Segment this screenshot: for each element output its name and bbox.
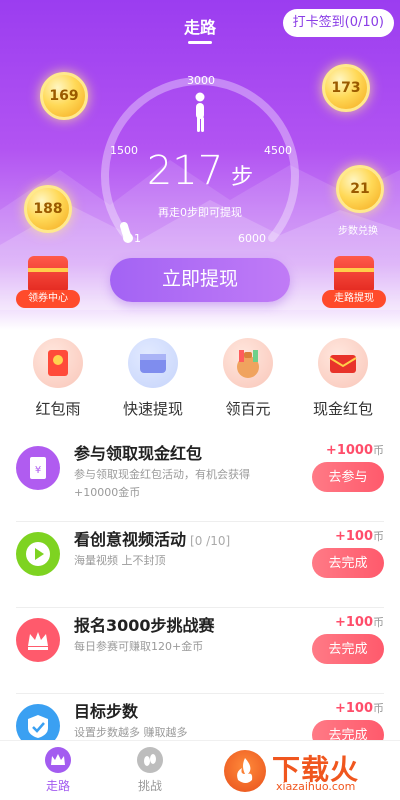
task-title-text: 看创意视频活动 — [74, 530, 187, 549]
quick-action-label: 快速提现 — [122, 400, 183, 418]
red-envelope-rain-icon — [33, 338, 83, 388]
coupon-icon — [28, 256, 68, 294]
task-title: 报名3000步挑战赛 — [74, 612, 219, 636]
task-title-text: 参与领取现金红包 — [74, 444, 203, 463]
dial-tick-min: 1 — [134, 232, 141, 245]
crown-tab-icon — [45, 747, 71, 773]
task-reward: +100币 — [335, 700, 384, 716]
task-progress: [0 /10] — [190, 534, 231, 548]
quick-action-cash-red-envelope[interactable]: 现金红包 — [298, 338, 388, 419]
title-underline — [188, 41, 212, 44]
quick-action-hundred-yuan[interactable]: 领百元 — [203, 338, 293, 419]
complete-button[interactable]: 去完成 — [312, 548, 384, 578]
play-icon — [16, 532, 60, 576]
step-exchange-coin[interactable]: 21 — [336, 165, 384, 213]
task-description: 海量视频 上不封顶 — [74, 554, 166, 567]
walking-person-icon — [195, 92, 205, 132]
cash-red-envelope-icon — [318, 338, 368, 388]
task-row: 目标步数 设置步数越多 赚取越多 +100币 去完成 — [0, 694, 400, 750]
crown-icon — [16, 618, 60, 662]
task-reward: +100币 — [335, 614, 384, 630]
watermark-url: xiazaihuo.com — [276, 780, 356, 793]
coin-bubble[interactable]: 169 — [40, 72, 88, 120]
walk-withdraw-label: 走路提现 — [322, 290, 386, 308]
tab-label: 挑战 — [137, 779, 162, 793]
task-description: 参与领取现金红包活动，有机会获得+10000金币 — [74, 468, 250, 499]
coin-bubble[interactable]: 188 — [24, 185, 72, 233]
footprint-icon — [137, 747, 163, 773]
walk-withdraw-button[interactable]: 走路提现 — [322, 256, 386, 312]
withdraw-now-button[interactable]: 立即提现 — [110, 258, 290, 302]
quick-action-fast-withdraw[interactable]: 快速提现 — [108, 338, 198, 419]
checkin-button[interactable]: 打卡签到(0/10) — [282, 9, 394, 37]
task-reward: +1000币 — [326, 442, 384, 458]
coupon-center-label: 领券中心 — [16, 290, 80, 308]
wallet-icon — [128, 338, 178, 388]
task-reward-value: +100 — [334, 529, 373, 544]
task-reward-unit: 币 — [373, 530, 384, 543]
task-title-text: 目标步数 — [74, 702, 139, 721]
task-description: 每日参赛可赚取120+金币 — [74, 640, 204, 653]
task-row: ¥ 参与领取现金红包 参与领取现金红包活动，有机会获得+10000金币 +100… — [0, 436, 400, 522]
task-title: 参与领取现金红包 — [74, 440, 206, 464]
tab-walk[interactable]: 走路 — [28, 747, 88, 794]
red-envelope-icon: ¥ — [16, 446, 60, 490]
step-count-unit: 步 — [231, 165, 254, 190]
task-row: 看创意视频活动 [0 /10] 海量视频 上不封顶 +100币 去完成 — [0, 522, 400, 608]
task-title: 目标步数 — [74, 698, 142, 722]
quick-action-label: 现金红包 — [312, 400, 373, 418]
money-bag-icon — [223, 338, 273, 388]
task-row: 报名3000步挑战赛 每日参赛可赚取120+金币 +100币 去完成 — [0, 608, 400, 694]
complete-button[interactable]: 去完成 — [312, 634, 384, 664]
step-count-value: 217 — [146, 148, 224, 194]
coupon-center-button[interactable]: 领券中心 — [16, 256, 80, 312]
dial-tick-max: 6000 — [238, 232, 266, 245]
task-title: 看创意视频活动 [0 /10] — [74, 526, 230, 550]
quick-action-label: 红包雨 — [35, 400, 81, 418]
gift-box-icon — [334, 256, 374, 294]
watermark: 下载火 xiazaihuo.com — [224, 746, 394, 796]
join-button[interactable]: 去参与 — [312, 462, 384, 492]
task-title-text: 报名3000步挑战赛 — [74, 616, 215, 635]
dial-tick-top: 3000 — [187, 74, 215, 87]
coin-bubble[interactable]: 173 — [322, 64, 370, 112]
tab-label: 走路 — [45, 779, 70, 793]
task-reward-value: +1000 — [325, 443, 373, 458]
task-reward-unit: 币 — [373, 616, 384, 629]
svg-text:¥: ¥ — [35, 465, 41, 476]
quick-actions: 红包雨 快速提现 领百元 现金红包 — [0, 338, 400, 420]
tab-challenge[interactable]: 挑战 — [120, 747, 180, 794]
quick-action-label: 领百元 — [225, 400, 271, 418]
quick-action-red-envelope-rain[interactable]: 红包雨 — [13, 338, 103, 419]
task-reward-unit: 币 — [373, 444, 384, 457]
task-reward: +100币 — [335, 528, 384, 544]
task-reward-value: +100 — [334, 615, 373, 630]
task-reward-unit: 币 — [373, 702, 384, 715]
step-exchange-label: 步数兑换 — [338, 226, 378, 237]
brand-logo-icon — [224, 750, 266, 792]
task-reward-value: +100 — [334, 701, 373, 716]
